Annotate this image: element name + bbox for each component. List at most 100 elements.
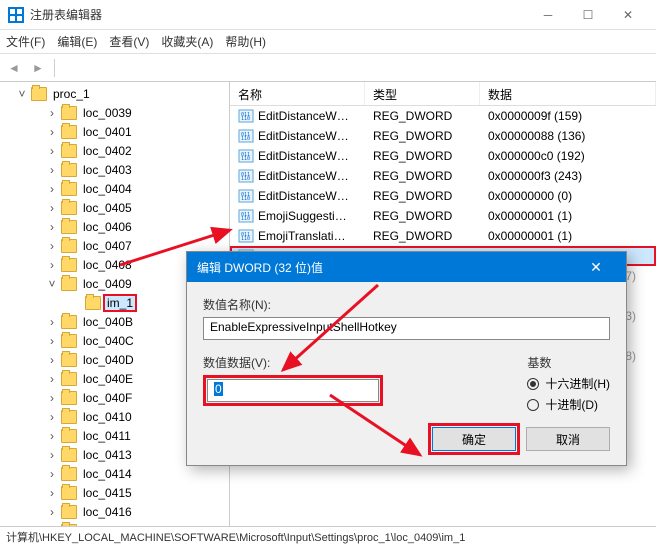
toolbar-separator — [54, 59, 55, 77]
row-data: 0x000000f3 (243) — [480, 169, 656, 183]
status-bar: 计算机\HKEY_LOCAL_MACHINE\SOFTWARE\Microsof… — [0, 526, 656, 547]
tree-item[interactable]: ›loc_0405 — [0, 198, 229, 217]
dword-icon: 011110 — [238, 208, 254, 224]
menu-help[interactable]: 帮助(H) — [225, 33, 266, 50]
chevron-icon[interactable]: › — [46, 315, 58, 329]
row-name: EditDistanceW… — [258, 189, 365, 203]
folder-icon — [61, 353, 77, 367]
folder-icon — [61, 220, 77, 234]
tree-label: loc_0404 — [80, 181, 135, 197]
app-icon — [8, 7, 24, 23]
maximize-button[interactable]: ☐ — [568, 1, 608, 29]
folder-icon — [61, 315, 77, 329]
tree-item[interactable]: ›loc_0406 — [0, 217, 229, 236]
forward-icon[interactable]: ► — [30, 60, 46, 76]
column-type[interactable]: 类型 — [365, 82, 480, 105]
list-row[interactable]: 011110EmojiSuggesti…REG_DWORD0x00000001 … — [230, 206, 656, 226]
dword-icon: 011110 — [238, 148, 254, 164]
folder-icon — [61, 144, 77, 158]
row-name: EditDistanceW… — [258, 169, 365, 183]
tree-item[interactable]: ›loc_0416 — [0, 502, 229, 521]
column-name[interactable]: 名称 — [230, 82, 365, 105]
chevron-icon[interactable]: › — [46, 391, 58, 405]
list-row[interactable]: 011110EmojiTranslati…REG_DWORD0x00000001… — [230, 226, 656, 246]
chevron-icon[interactable]: › — [46, 429, 58, 443]
chevron-icon[interactable]: › — [46, 524, 58, 527]
row-name: EditDistanceW… — [258, 129, 365, 143]
row-data: 0x00000000 (0) — [480, 189, 656, 203]
menu-favorites[interactable]: 收藏夹(A) — [161, 33, 213, 50]
row-data: 0x00000088 (136) — [480, 129, 656, 143]
tree-label: loc_040B — [80, 314, 136, 330]
folder-icon — [61, 201, 77, 215]
chevron-icon[interactable]: › — [46, 220, 58, 234]
radio-icon — [527, 378, 539, 390]
tree-item[interactable]: › loc_0414 — [0, 464, 229, 483]
row-type: REG_DWORD — [365, 129, 480, 143]
list-row[interactable]: 011110EditDistanceW…REG_DWORD0x0000009f … — [230, 106, 656, 126]
chevron-icon[interactable]: › — [46, 372, 58, 386]
chevron-icon[interactable]: › — [46, 258, 58, 272]
chevron-icon[interactable]: › — [46, 410, 58, 424]
dialog-close-button[interactable]: ✕ — [576, 259, 616, 276]
chevron-icon[interactable]: › — [46, 467, 58, 481]
radix-label: 基数 — [527, 354, 610, 371]
minimize-button[interactable]: ─ — [528, 1, 568, 29]
chevron-icon[interactable]: › — [46, 125, 58, 139]
value-data-highlight: 0 — [203, 375, 383, 406]
tree-item[interactable]: › loc_0404 — [0, 179, 229, 198]
back-icon[interactable]: ◄ — [6, 60, 22, 76]
radix-hex-option[interactable]: 十六进制(H) — [527, 375, 610, 392]
ok-button[interactable]: 确定 — [432, 427, 516, 451]
tree-item[interactable]: ›loc_0039 — [0, 103, 229, 122]
close-button[interactable]: ✕ — [608, 1, 648, 29]
folder-icon — [61, 524, 77, 527]
chevron-icon[interactable]: › — [46, 505, 58, 519]
tree-label: im_1 — [104, 295, 136, 311]
value-data-input[interactable]: 0 — [207, 379, 379, 402]
value-data-label: 数值数据(V): — [203, 354, 507, 371]
list-row[interactable]: 011110EditDistanceW…REG_DWORD0x000000c0 … — [230, 146, 656, 166]
value-name-input[interactable]: EnableExpressiveInputShellHotkey — [203, 317, 610, 340]
chevron-icon[interactable]: › — [46, 353, 58, 367]
chevron-icon[interactable]: › — [46, 144, 58, 158]
tree-item[interactable]: ›loc_0403 — [0, 160, 229, 179]
tree-label: loc_0408 — [80, 257, 135, 273]
dword-icon: 011110 — [238, 108, 254, 124]
tree-root[interactable]: ˅ proc_1 — [0, 84, 229, 103]
chevron-icon[interactable]: › — [46, 448, 58, 462]
list-row[interactable]: 011110EditDistanceW…REG_DWORD0x00000000 … — [230, 186, 656, 206]
chevron-icon[interactable]: › — [46, 334, 58, 348]
column-data[interactable]: 数据 — [480, 82, 656, 105]
tree-item[interactable]: ›loc_0418 — [0, 521, 229, 526]
menu-bar: 文件(F) 编辑(E) 查看(V) 收藏夹(A) 帮助(H) — [0, 30, 656, 54]
chevron-icon[interactable]: › — [46, 163, 58, 177]
tree-label: loc_0414 — [80, 466, 135, 482]
menu-edit[interactable]: 编辑(E) — [57, 33, 97, 50]
folder-icon — [61, 334, 77, 348]
cancel-button[interactable]: 取消 — [526, 427, 610, 451]
folder-icon — [61, 467, 77, 481]
tree-item[interactable]: ›loc_0415 — [0, 483, 229, 502]
list-row[interactable]: 011110EditDistanceW…REG_DWORD0x00000088 … — [230, 126, 656, 146]
chevron-icon[interactable]: › — [46, 239, 58, 253]
folder-icon — [85, 296, 101, 310]
tree-label: loc_0409 — [80, 276, 135, 292]
tree-item[interactable]: ›loc_0402 — [0, 141, 229, 160]
chevron-icon[interactable]: › — [46, 182, 58, 196]
folder-icon — [61, 505, 77, 519]
menu-file[interactable]: 文件(F) — [6, 33, 45, 50]
dialog-titlebar[interactable]: 编辑 DWORD (32 位)值 ✕ — [187, 252, 626, 282]
chevron-down-icon[interactable]: ˅ — [16, 87, 28, 101]
chevron-icon[interactable]: › — [46, 486, 58, 500]
chevron-icon[interactable]: ˅ — [46, 277, 58, 291]
radix-hex-label: 十六进制(H) — [545, 375, 610, 392]
tree-label: loc_040D — [80, 352, 137, 368]
radix-dec-option[interactable]: 十进制(D) — [527, 396, 610, 413]
menu-view[interactable]: 查看(V) — [109, 33, 149, 50]
chevron-icon[interactable]: › — [46, 201, 58, 215]
chevron-icon[interactable]: › — [46, 106, 58, 120]
tree-label: loc_0410 — [80, 409, 135, 425]
list-row[interactable]: 011110EditDistanceW…REG_DWORD0x000000f3 … — [230, 166, 656, 186]
tree-item[interactable]: ›loc_0401 — [0, 122, 229, 141]
